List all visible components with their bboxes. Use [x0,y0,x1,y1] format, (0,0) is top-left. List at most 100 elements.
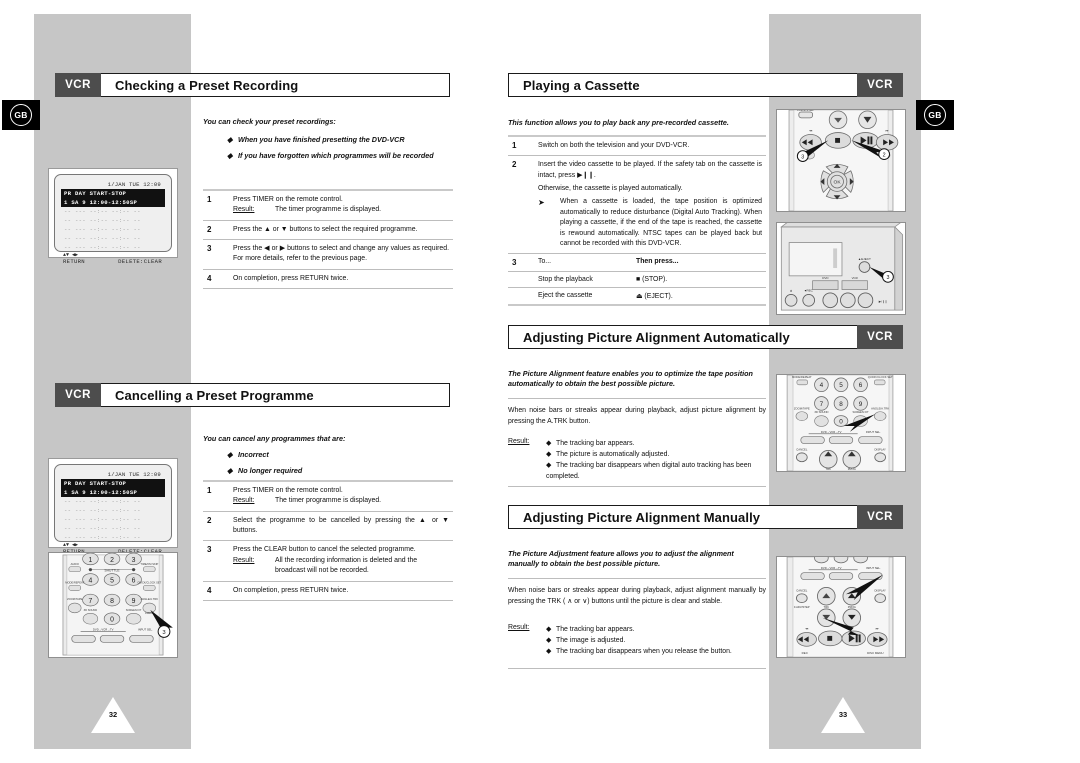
step-number: 2 [512,160,517,170]
svg-text:9: 9 [859,401,863,408]
step-number: 3 [512,258,517,268]
svg-text:6: 6 [132,577,136,584]
step-text: Press TIMER on the remote control. Resul… [233,486,453,507]
step-row: 1 Press TIMER on the remote control. Res… [203,482,453,511]
bullet-item: ◆ If you have forgotten which programmes … [227,150,434,160]
right-page: Playing a Cassette VCR This function all… [508,0,1080,763]
manual-alignment-results: Result: ◆ The tracking bar appears. ◆ The … [508,624,766,657]
table-cell-action: Stop the playback [538,276,593,284]
svg-text:4: 4 [89,577,93,584]
page-number-label: 33 [838,710,848,719]
svg-text:5: 5 [110,577,114,584]
svg-text:MODE/REPEAT: MODE/REPEAT [792,375,812,379]
step-result: Result: The timer programme is displayed… [233,205,449,215]
table-row: Eject the cassette ⏏ (EJECT). [508,288,766,304]
arrow-note-icon: ➤ [538,198,545,208]
svg-text:▶/❙❙: ▶/❙❙ [879,299,888,303]
svg-text:◂◂: ◂◂ [809,129,812,133]
svg-text:3D SOUND: 3D SOUND [84,608,98,612]
svg-text:5: 5 [839,382,843,389]
svg-text:QUICK/CLOCK SET: QUICK/CLOCK SET [137,580,161,584]
osd-selected-row: 1 SA 9 12:00-12:50SP [61,488,165,497]
result-items: ◆ The tracking bar appears. ◆ The image is… [546,624,766,657]
manual-alignment-intro: The Picture Adjustment feature allows yo… [508,549,734,569]
diamond-bullet-icon: ◆ [546,648,552,656]
osd-screen: 1/JAN TUE 12:09 PR DAY START-STOP 1 SA 9… [54,174,172,265]
table-row-spacer [508,292,538,300]
osd-illustration-checking: 1/JAN TUE 12:09 PR DAY START-STOP 1 SA 9… [48,168,178,265]
step-extra-text: Otherwise, the cassette is played automa… [538,185,683,193]
result-item: ◆ The tracking bar disappears when you re… [546,646,766,657]
osd-empty-row: -- --- --:-- --:-- -- [64,507,141,514]
svg-text:●REC: ●REC [804,288,813,292]
result-text: The timer programme is displayed. [275,206,382,214]
auto-alignment-paragraph: When noise bars or streaks appear during… [508,407,766,425]
svg-text:3: 3 [132,557,136,564]
vcr-chip: VCR [55,383,101,407]
step-row: 1 Switch on both the television and your… [508,137,766,155]
step-row: 3 Press the CLEAR button to cancel the s… [203,541,453,580]
result-item: ◆ The tracking bar appears. [546,438,766,449]
table-cell-press: ⏏ (EJECT). [636,293,673,301]
svg-text:ANGLE/A.TRK: ANGLE/A.TRK [871,406,889,410]
osd-empty-row: -- --- --:-- --:-- -- [64,217,141,224]
step-text: Insert the video cassette to be played. … [538,160,766,249]
playing-cassette-intro: This function allows you to play back an… [508,118,729,127]
divider [508,398,766,399]
step-number: 2 [207,515,212,525]
manual-alignment-paragraph: When noise bars or streaks appear during… [508,587,766,605]
svg-text:VCR: VCR [852,276,858,280]
step-text: On completion, press RETURN twice. [233,586,349,594]
divider [508,578,766,579]
divider [508,668,766,669]
remote-control-diagram: 123 456 789 0 SHUTTLE AUDIO TIME/CM SKIP … [49,553,177,657]
step-number: 1 [207,195,212,204]
svg-text:TRK: TRK [824,605,830,609]
diamond-bullet-icon: ◆ [546,637,552,645]
auto-alignment-intro: The Picture Alignment feature enables yo… [508,369,753,389]
diamond-bullet-icon: ◆ [546,462,552,470]
step-number: 3 [207,545,212,555]
svg-text:INPUT SEL.: INPUT SEL. [866,566,881,570]
step-row: 4 On completion, press RETURN twice. [203,582,453,600]
divider [508,304,766,307]
remote-control-diagram-trk: DVD→VCR→TV INPUT SEL. CANCEL DISPLAY F.AD… [777,557,905,657]
osd-empty-row: -- --- --:-- --:-- -- [64,498,141,505]
diamond-bullet-icon: ◆ [546,440,552,447]
osd-footer: RETURN DELETE:CLEAR [61,258,165,265]
bullet-item: ◆ When you have finished presetting the D… [227,135,405,144]
svg-text:DVD→VCR→TV: DVD→VCR→TV [821,566,842,570]
result-items: ◆ The tracking bar appears. ◆ The picture … [546,438,766,482]
svg-text:INPUT SEL.: INPUT SEL. [866,430,881,434]
svg-text:▸▸: ▸▸ [886,129,889,133]
step-number: 1 [207,486,212,495]
step-row: 2 Insert the video cassette to be played… [508,156,766,253]
svg-text:DVD→VCR→TV: DVD→VCR→TV [93,628,114,632]
vcr-chip: VCR [55,73,101,97]
svg-text:DVD: DVD [822,276,828,280]
diamond-bullet-icon: ◆ [227,135,233,144]
remote-control-illustration-atrk: 4 5 6 7 8 9 0 MODE/REPEAT QUICK/CLOCK SET ZOO… [776,374,906,472]
section-header-checking-preset-recording: VCR Checking a Preset Recording [55,73,450,97]
svg-text:SCREEN FIT: SCREEN FIT [852,410,869,414]
svg-text:▸▸: ▸▸ [876,627,879,631]
step-number: 4 [207,273,212,283]
step-row: 2 Select the programme to be cancelled b… [203,512,453,541]
svg-text:4: 4 [820,382,824,389]
svg-text:8: 8 [110,598,114,605]
osd-empty-row: -- --- --:-- --:-- -- [64,516,141,523]
auto-alignment-results: Result: ◆ The tracking bar appears. ◆ The … [508,438,766,482]
svg-text:CANCEL: CANCEL [796,588,808,592]
left-page: VCR Checking a Preset Recording You can … [0,0,540,763]
osd-empty-row: -- --- --:-- --:-- -- [64,534,141,541]
section2-steps: 1 Press TIMER on the remote control. Res… [203,480,453,601]
divider [203,288,453,290]
diamond-bullet-icon: ◆ [227,465,233,475]
step-number: 2 [207,224,212,234]
result-block: Result: ◆ The tracking bar appears. ◆ The … [508,438,766,482]
osd-screen: 1/JAN TUE 12:09 PR DAY START-STOP 1 SA 9… [54,464,172,555]
svg-text:INPUT SEL.: INPUT SEL. [138,628,153,632]
svg-text:0: 0 [110,617,114,624]
section-title: Checking a Preset Recording [101,73,450,97]
section2-bullets: ◆ Incorrect ◆ No longer required [227,450,457,481]
